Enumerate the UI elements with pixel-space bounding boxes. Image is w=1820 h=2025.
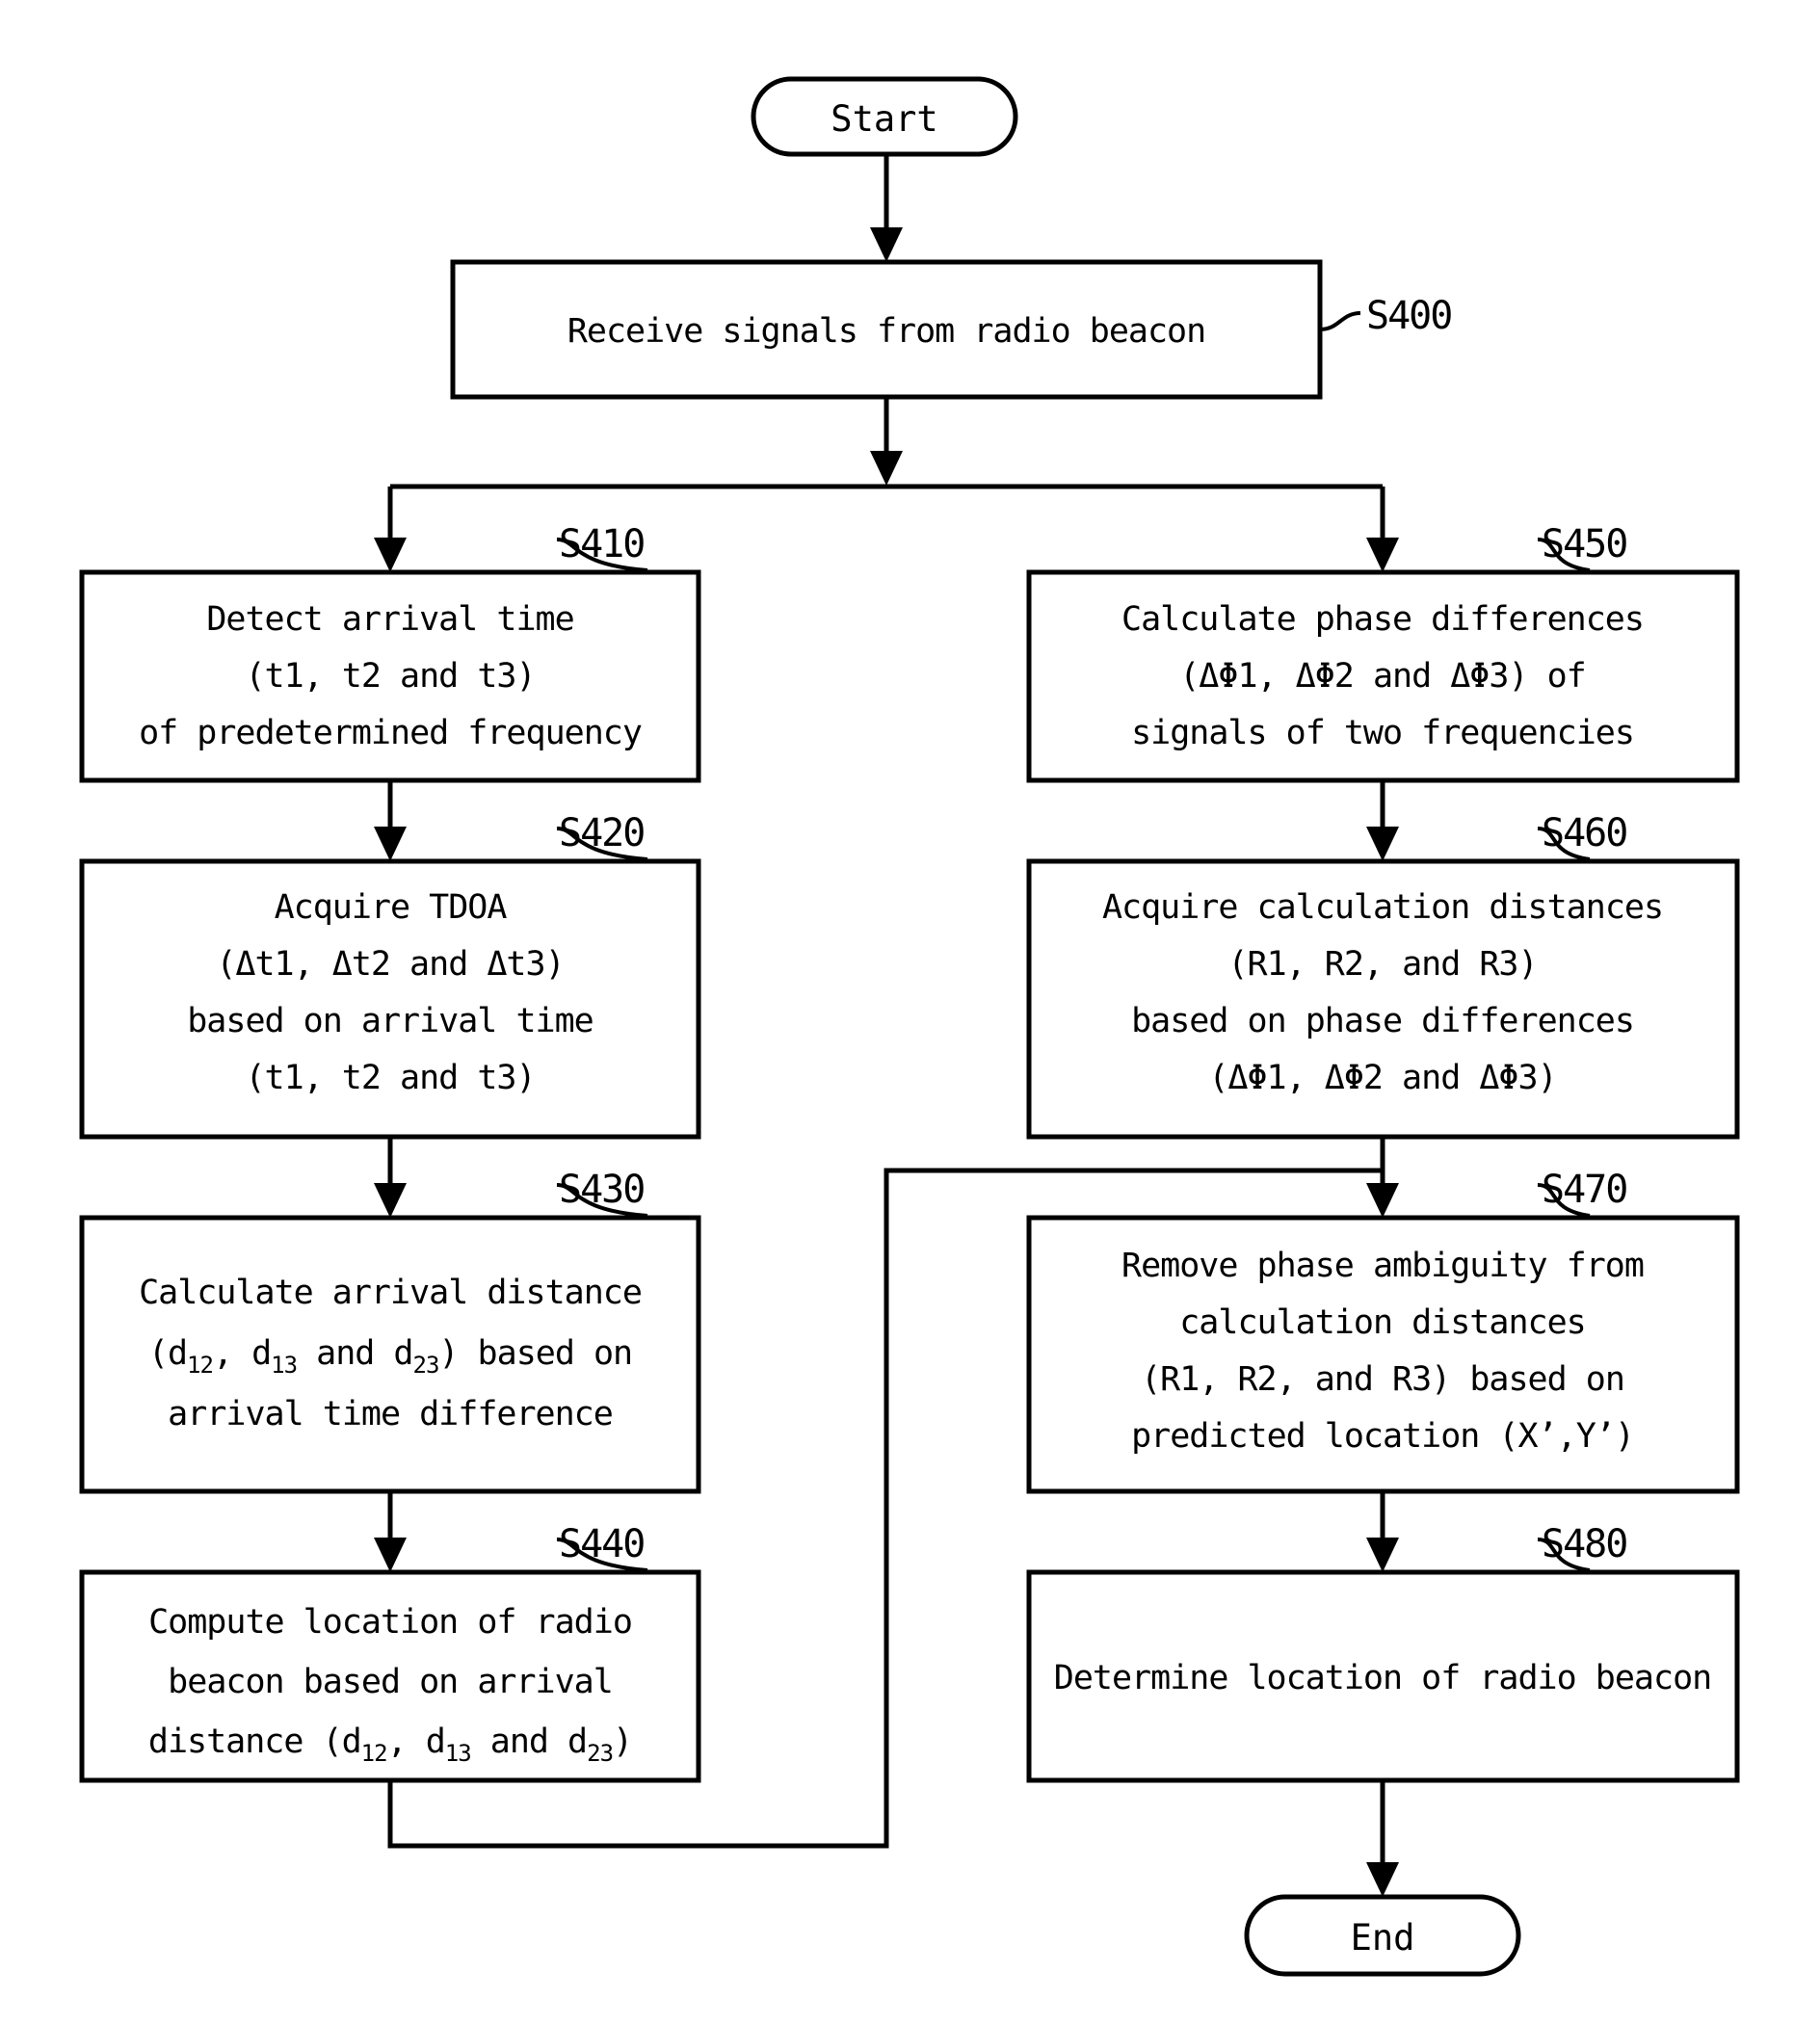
s440-l3-a: distance (d bbox=[148, 1723, 361, 1761]
arrowhead-s480-to-end bbox=[1366, 1862, 1399, 1897]
s430-line-3: arrival time difference bbox=[168, 1395, 613, 1433]
flowchart-page: Start Receive signals from radio beacon … bbox=[0, 0, 1820, 2025]
s450-step-label: S450 bbox=[1542, 522, 1626, 566]
s470-step-label: S470 bbox=[1542, 1168, 1626, 1212]
s450-line-2: (ΔΦ1, ΔΦ2 and ΔΦ3) of bbox=[1179, 657, 1586, 696]
s470-line-1: Remove phase ambiguity from bbox=[1121, 1247, 1644, 1285]
s460-line-1: Acquire calculation distances bbox=[1102, 888, 1663, 927]
node-s430: Calculate arrival distance (d12, d13 and… bbox=[79, 1168, 701, 1494]
arrowhead-s400-down bbox=[870, 451, 903, 486]
arrowhead-s470-to-s480 bbox=[1366, 1538, 1399, 1572]
s480-line-1: Determine location of radio beacon bbox=[1054, 1659, 1711, 1697]
node-start: Start bbox=[751, 76, 1018, 157]
s440-l3-sub23: 23 bbox=[587, 1740, 613, 1767]
s440-l3-c: , d bbox=[387, 1723, 445, 1761]
node-s400: Receive signals from radio beacon S400 bbox=[450, 259, 1453, 400]
s420-line-4: (t1, t2 and t3) bbox=[245, 1059, 535, 1097]
arrowhead-bus-to-s450 bbox=[1366, 538, 1399, 572]
s480-step-label: S480 bbox=[1542, 1522, 1626, 1566]
s450-line-1: Calculate phase differences bbox=[1121, 600, 1644, 639]
s440-step-label: S440 bbox=[559, 1522, 644, 1566]
arrowhead-s420-to-s430 bbox=[374, 1183, 407, 1218]
s410-line-3: of predetermined frequency bbox=[139, 714, 642, 752]
s440-l3-g: ) bbox=[613, 1723, 632, 1761]
s470-line-3: (R1, R2, and R3) based on bbox=[1141, 1360, 1624, 1399]
s450-line-3: signals of two frequencies bbox=[1131, 714, 1634, 752]
s430-line-2: (d12, d13 and d23) based on bbox=[148, 1334, 632, 1379]
s430-l2-sub23: 23 bbox=[413, 1352, 439, 1379]
s400-leader-line bbox=[1319, 311, 1361, 331]
arrowhead-bus-to-s410 bbox=[374, 538, 407, 572]
s410-step-label: S410 bbox=[559, 522, 644, 566]
node-s460: Acquire calculation distances (R1, R2, a… bbox=[1026, 811, 1740, 1140]
start-label: Start bbox=[831, 98, 937, 140]
arrowhead-s460-to-s470 bbox=[1366, 1183, 1399, 1218]
node-s420: Acquire TDOA (Δt1, Δt2 and Δt3) based on… bbox=[79, 811, 701, 1140]
s400-line-1: Receive signals from radio beacon bbox=[567, 312, 1205, 351]
s430-l2-a: (d bbox=[148, 1334, 187, 1373]
s440-l3-e: and d bbox=[471, 1723, 587, 1761]
s460-line-3: based on phase differences bbox=[1131, 1002, 1634, 1040]
s420-line-1: Acquire TDOA bbox=[275, 888, 508, 927]
flowchart-svg: Start Receive signals from radio beacon … bbox=[79, 76, 1740, 1977]
s420-line-2: (Δt1, Δt2 and Δt3) bbox=[216, 945, 564, 984]
node-end: End bbox=[1244, 1894, 1521, 1977]
s410-line-2: (t1, t2 and t3) bbox=[245, 657, 535, 696]
s400-step-label: S400 bbox=[1366, 294, 1451, 338]
node-s470: Remove phase ambiguity from calculation … bbox=[1026, 1168, 1740, 1494]
s440-line-3: distance (d12, d13 and d23) bbox=[148, 1723, 632, 1767]
s440-l3-sub13: 13 bbox=[445, 1740, 471, 1767]
s430-l2-e: and d bbox=[297, 1334, 412, 1373]
s420-line-3: based on arrival time bbox=[187, 1002, 593, 1040]
arrowhead-s410-to-s420 bbox=[374, 827, 407, 861]
s440-line-2: beacon based on arrival bbox=[168, 1663, 613, 1701]
arrowhead-s430-to-s440 bbox=[374, 1538, 407, 1572]
end-label: End bbox=[1351, 1917, 1415, 1959]
s430-l2-c: , d bbox=[213, 1334, 271, 1373]
s440-line-1: Compute location of radio bbox=[148, 1603, 632, 1642]
s470-line-2: calculation distances bbox=[1179, 1303, 1586, 1342]
arrowhead-s450-to-s460 bbox=[1366, 827, 1399, 861]
s470-line-4: predicted location (X’,Y’) bbox=[1131, 1417, 1634, 1456]
arrowhead-start-to-s400 bbox=[870, 227, 903, 262]
s410-line-1: Detect arrival time bbox=[206, 600, 573, 639]
s430-l2-sub12: 12 bbox=[187, 1352, 213, 1379]
s430-step-label: S430 bbox=[559, 1168, 644, 1212]
s460-line-4: (ΔΦ1, ΔΦ2 and ΔΦ3) bbox=[1208, 1059, 1556, 1097]
s440-l3-sub12: 12 bbox=[361, 1740, 387, 1767]
s460-line-2: (R1, R2, and R3) bbox=[1227, 945, 1537, 984]
s430-line-1: Calculate arrival distance bbox=[139, 1274, 642, 1312]
s430-l2-sub13: 13 bbox=[271, 1352, 297, 1379]
s460-step-label: S460 bbox=[1542, 811, 1626, 855]
s420-step-label: S420 bbox=[559, 811, 644, 855]
s430-l2-g: ) based on bbox=[438, 1334, 632, 1373]
